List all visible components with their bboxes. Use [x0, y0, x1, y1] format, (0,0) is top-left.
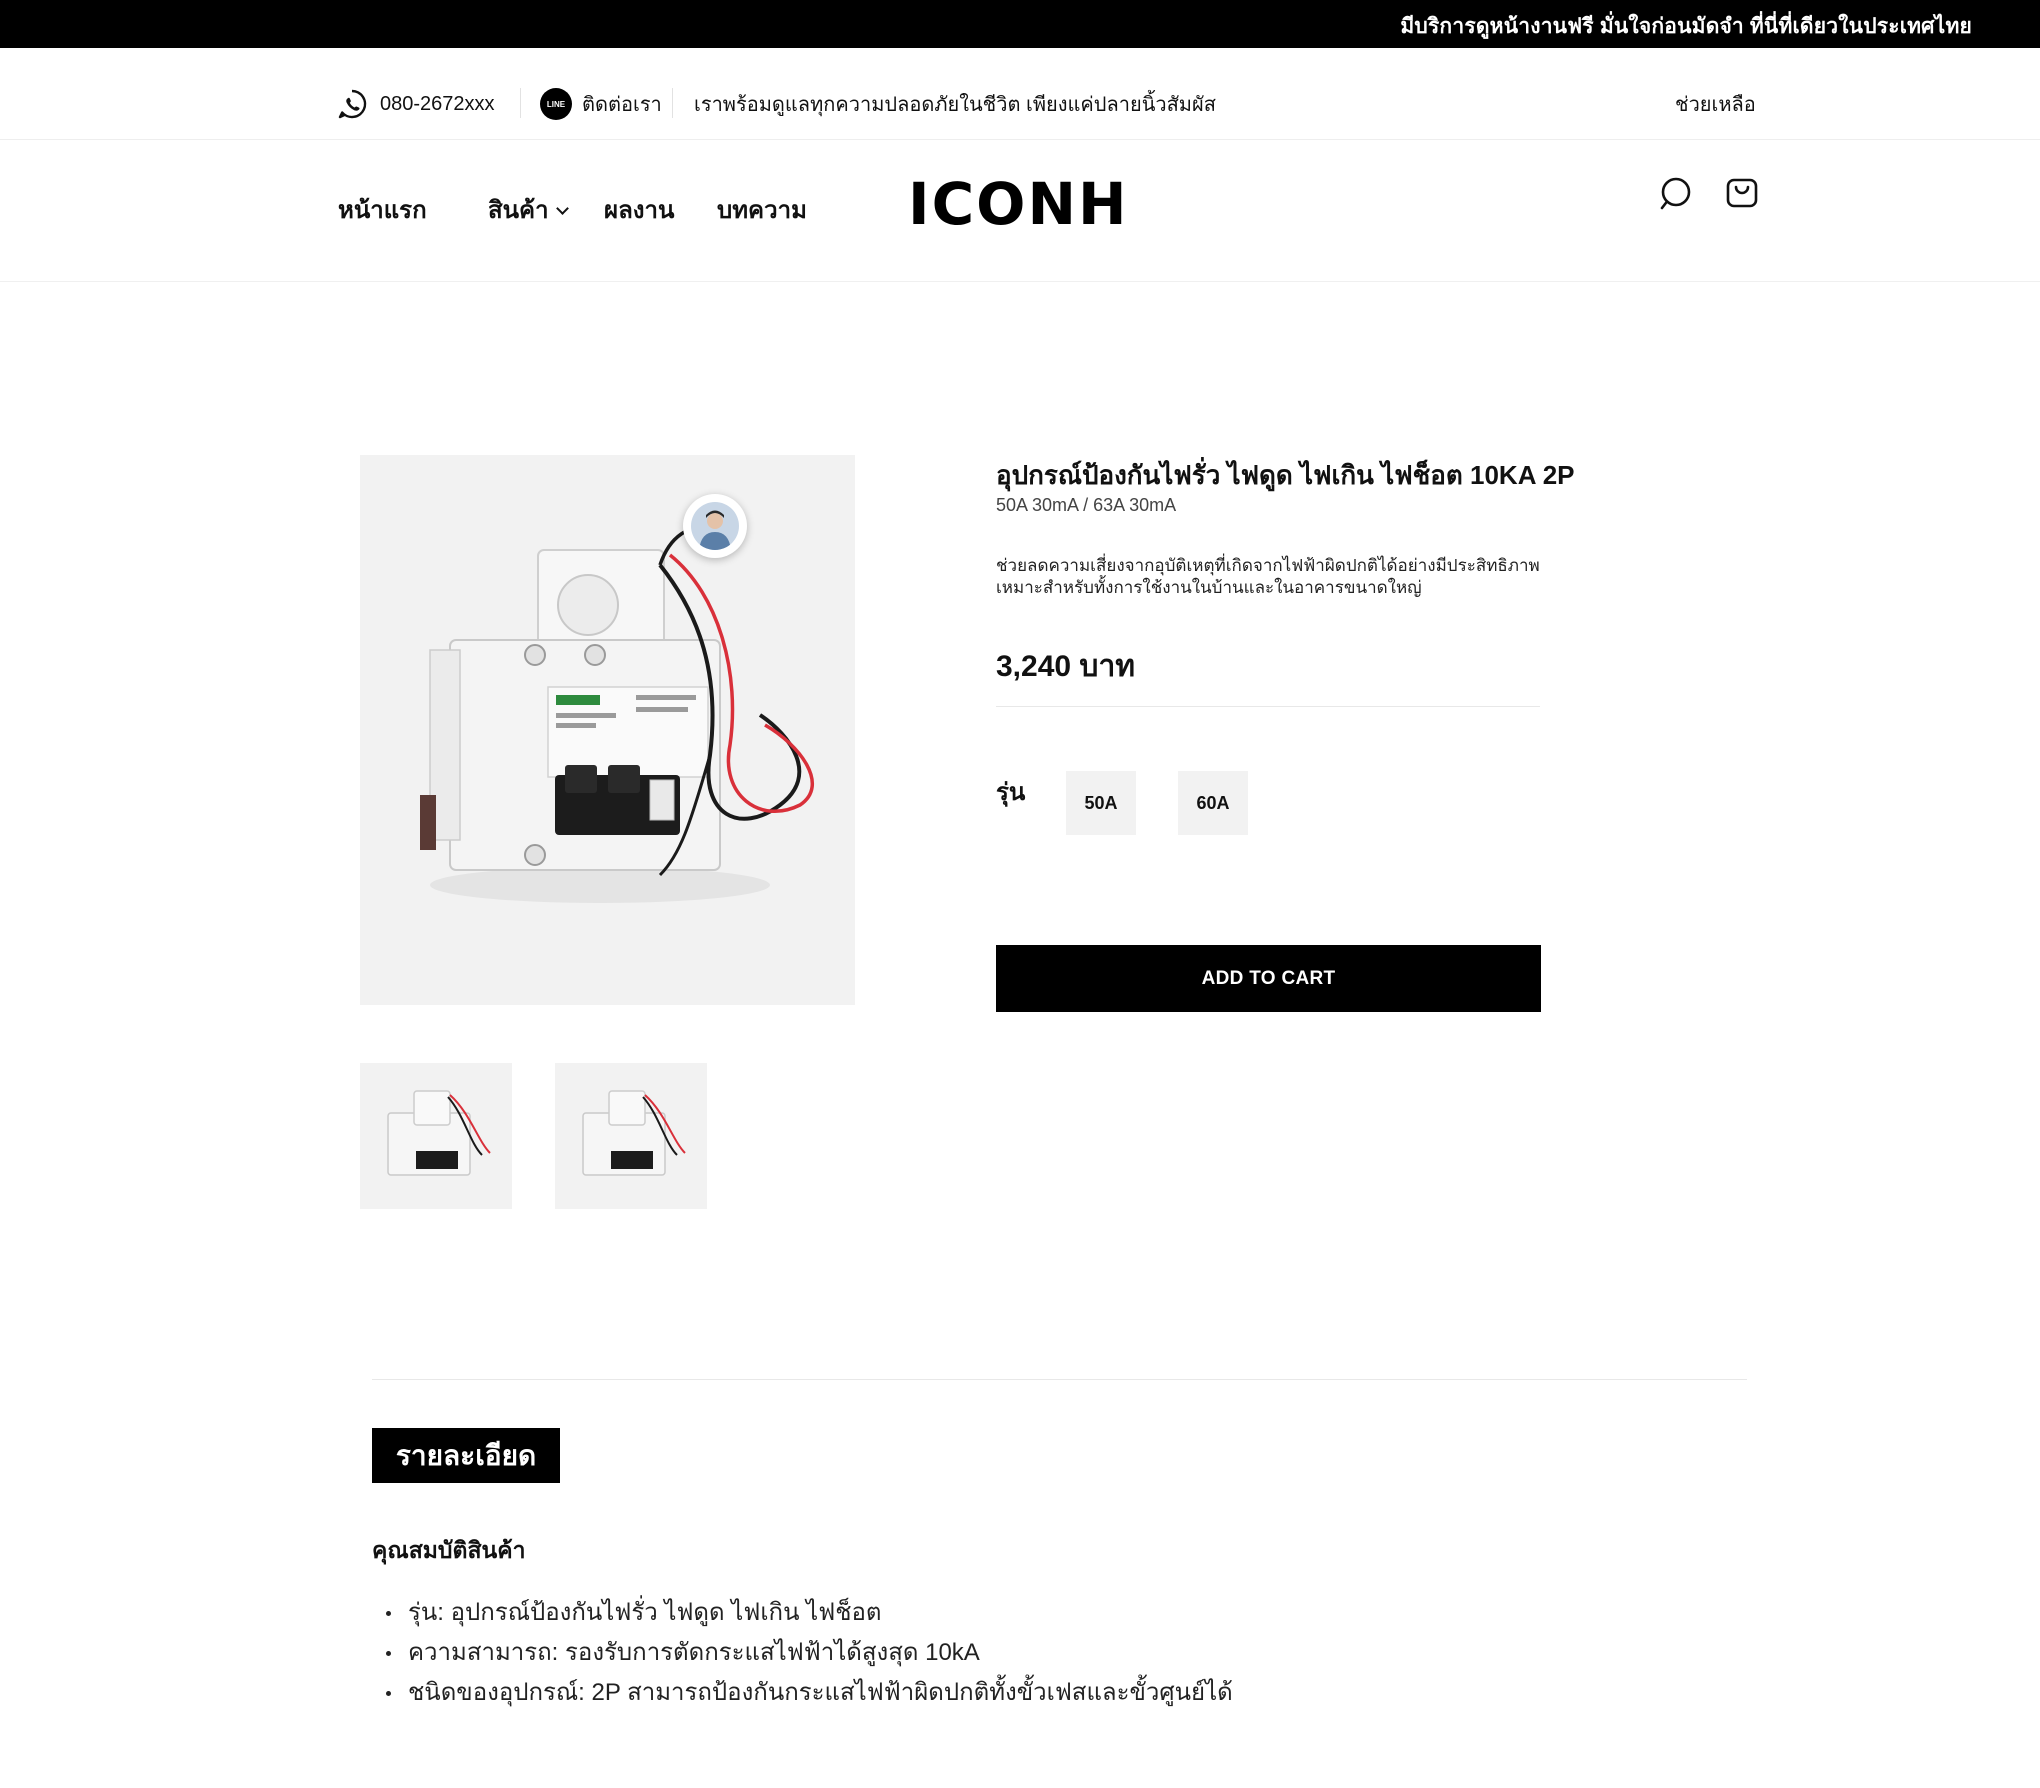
variant-label: รุ่น	[996, 779, 1026, 806]
contact-label: ติดต่อเรา	[582, 94, 662, 116]
phone-link[interactable]: 080-2672xxx	[336, 88, 495, 120]
product-description: ช่วยลดความเสี่ยงจากอุบัติเหตุที่เกิดจากไ…	[996, 555, 1556, 599]
description-line: ช่วยลดความเสี่ยงจากอุบัติเหตุที่เกิดจากไ…	[996, 556, 1540, 575]
product-price: 3,240 บาท	[996, 650, 1136, 683]
bullet	[386, 1611, 391, 1616]
tab-details[interactable]: รายละเอียด	[372, 1428, 560, 1483]
product-main-image[interactable]	[360, 455, 855, 1005]
list-item: ชนิดของอุปกรณ์: 2P สามารถป้องกันกระแสไฟฟ…	[386, 1678, 1233, 1718]
thumbnail-image	[582, 1090, 686, 1176]
main-navigation: หน้าแรก สินค้า ผลงาน บทความ ICONH	[0, 140, 2040, 282]
search-icon[interactable]	[1656, 174, 1696, 214]
divider	[672, 88, 673, 118]
spec-text: ความสามารถ: รองรับการตัดกระแสไฟฟ้าได้สูง…	[408, 1639, 980, 1666]
section-divider	[372, 1379, 1747, 1380]
announcement-text: มีบริการดูหน้างานฟรี มั่นใจก่อนมัดจำ ที่…	[1400, 15, 1972, 38]
nav-products[interactable]: สินค้า	[488, 190, 569, 229]
thumbnail-image	[387, 1090, 491, 1176]
specs-heading: คุณสมบัติสินค้า	[372, 1537, 526, 1563]
circuit-breaker-image	[420, 525, 814, 903]
list-item: ความสามารถ: รองรับการตัดกระแสไฟฟ้าได้สูง…	[386, 1638, 1233, 1678]
announcement-bar: มีบริการดูหน้างานฟรี มั่นใจก่อนมัดจำ ที่…	[0, 0, 2040, 48]
line-badge-text: LINE	[546, 99, 566, 109]
nav-products-label: สินค้า	[488, 197, 549, 224]
nav-articles[interactable]: บทความ	[717, 190, 807, 229]
product-thumbnail[interactable]	[555, 1063, 707, 1209]
bullet	[386, 1651, 391, 1656]
tagline-text: เราพร้อมดูแลทุกความปลอดภัยในชีวิต เพียงแ…	[694, 94, 1216, 116]
product-subtitle: 50A 30mA / 63A 30mA	[996, 495, 1177, 515]
variant-option-50a[interactable]: 50A	[1066, 771, 1136, 835]
spec-text: ชนิดของอุปกรณ์: 2P สามารถป้องกันกระแสไฟฟ…	[408, 1679, 1233, 1706]
nav-home[interactable]: หน้าแรก	[338, 190, 427, 229]
phone-number: 080-2672xxx	[380, 92, 495, 115]
divider	[520, 88, 521, 118]
product-thumbnail[interactable]	[360, 1063, 512, 1209]
list-item: รุ่น: อุปกรณ์ป้องกันไฟรั่ว ไฟดูด ไฟเกิน …	[386, 1598, 1233, 1638]
description-line: เหมาะสำหรับทั้งการใช้งานในบ้านและในอาคาร…	[996, 578, 1422, 597]
tagline: เราพร้อมดูแลทุกความปลอดภัยในชีวิต เพียงแ…	[694, 88, 1216, 120]
spec-text: รุ่น: อุปกรณ์ป้องกันไฟรั่ว ไฟดูด ไฟเกิน …	[408, 1599, 882, 1626]
utility-bar: 080-2672xxx LINE ติดต่อเรา เราพร้อมดูแลท…	[0, 48, 2040, 140]
brand-logo[interactable]: ICONH	[908, 170, 1129, 238]
whatsapp-icon	[338, 89, 367, 119]
avatar-photo	[691, 502, 739, 550]
add-to-cart-button[interactable]: ADD TO CART	[996, 945, 1541, 1012]
product-title: อุปกรณ์ป้องกันไฟรั่ว ไฟดูด ไฟเกิน ไฟช็อต…	[996, 460, 1575, 490]
specs-list: รุ่น: อุปกรณ์ป้องกันไฟรั่ว ไฟดูด ไฟเกิน …	[386, 1598, 1233, 1718]
line-app-icon: LINE	[540, 88, 572, 120]
nav-portfolio[interactable]: ผลงาน	[604, 190, 674, 229]
help-link[interactable]: ช่วยเหลือ	[1675, 88, 1756, 120]
shopping-bag-icon[interactable]	[1722, 174, 1762, 214]
help-label: ช่วยเหลือ	[1675, 94, 1756, 116]
tab-details-label: รายละเอียด	[395, 1439, 537, 1471]
variant-option-60a[interactable]: 60A	[1178, 771, 1248, 835]
chevron-down-icon	[555, 202, 569, 215]
bullet	[386, 1691, 391, 1696]
divider	[996, 706, 1540, 707]
contact-link[interactable]: LINE ติดต่อเรา	[540, 88, 662, 120]
avatar[interactable]	[683, 494, 747, 558]
